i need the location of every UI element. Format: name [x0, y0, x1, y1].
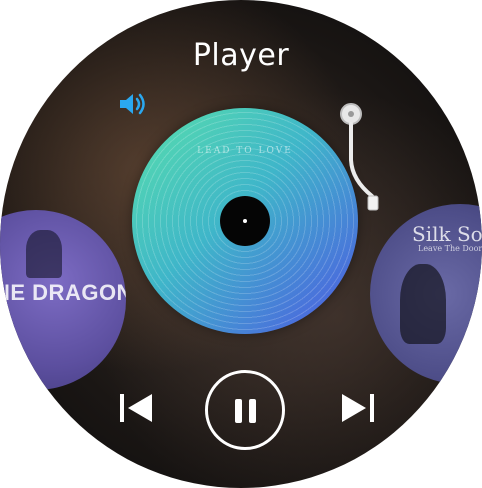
volume-icon[interactable] — [118, 90, 148, 118]
record-label-text: LEAD TO LOVE — [197, 146, 293, 156]
pause-button[interactable] — [205, 370, 285, 450]
previous-album-art[interactable]: NE DRAGONS — [0, 210, 126, 390]
pause-icon — [235, 399, 242, 423]
previous-album-title: NE DRAGONS — [0, 280, 126, 305]
tonearm-icon — [340, 103, 379, 211]
page-title: Player — [192, 38, 290, 73]
record-center-label — [220, 196, 270, 246]
next-album-art[interactable]: Silk Son Leave The Door — [370, 204, 482, 384]
vinyl-record[interactable]: LEAD TO LOVE — [132, 108, 358, 334]
album-figure — [26, 230, 62, 278]
next-album-subtitle: Leave The Door — [418, 244, 482, 253]
skip-next-icon[interactable] — [336, 390, 376, 426]
record-spindle — [243, 219, 247, 223]
album-figure — [400, 264, 446, 344]
watch-face: Player NE DRAGONS Silk Son Leave The Doo… — [0, 0, 482, 488]
next-album-title: Silk Son — [412, 222, 482, 246]
skip-previous-icon[interactable] — [118, 390, 158, 426]
pause-icon — [249, 399, 256, 423]
